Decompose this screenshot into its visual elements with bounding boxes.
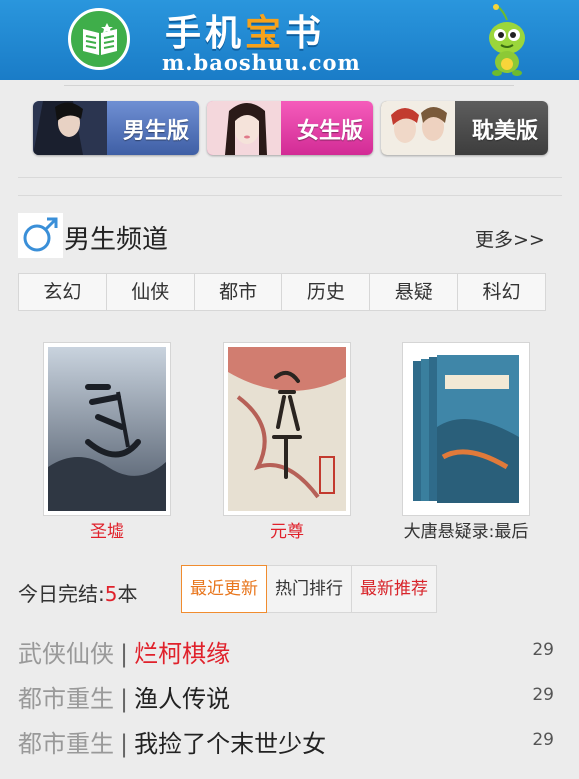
- book-card[interactable]: 元尊: [223, 342, 351, 542]
- male-version-button[interactable]: 男生版: [33, 101, 199, 155]
- list-tabs: 最近更新 热门排行 最新推荐: [181, 565, 437, 613]
- genre-xianxia[interactable]: 仙侠: [107, 274, 195, 310]
- divider-line: [18, 195, 562, 196]
- tab-latest-update[interactable]: 最近更新: [181, 565, 267, 613]
- frog-mascot-icon: [477, 4, 537, 76]
- list-item-category[interactable]: 都市重生: [18, 730, 114, 758]
- male-version-thumbnail: [33, 101, 107, 155]
- list-item[interactable]: 都市重生 | 渔人传说 29: [18, 679, 556, 719]
- genre-kehuan[interactable]: 科幻: [458, 274, 545, 310]
- list-item-count: 29: [532, 730, 554, 750]
- list-item-count: 29: [532, 640, 554, 660]
- genre-xuanyi[interactable]: 悬疑: [370, 274, 459, 310]
- today-completed: 今日完结:5本: [18, 582, 138, 606]
- list-item-count: 29: [532, 685, 554, 705]
- list-item[interactable]: 都市重生 | 我捡了个末世少女 29: [18, 724, 556, 764]
- list-item-category[interactable]: 都市重生: [18, 685, 114, 713]
- genre-dushi[interactable]: 都市: [195, 274, 283, 310]
- divider-line: [18, 177, 562, 178]
- more-link[interactable]: 更多>>: [475, 225, 545, 252]
- book-title[interactable]: 大唐悬疑录:最后: [402, 517, 530, 542]
- list-item-title[interactable]: 渔人传说: [134, 685, 230, 713]
- genre-lishi[interactable]: 历史: [282, 274, 371, 310]
- book-logo-icon[interactable]: [68, 8, 130, 70]
- list-item-category[interactable]: 武侠仙侠: [18, 640, 114, 668]
- book-cover[interactable]: [223, 342, 351, 516]
- book-cover[interactable]: [43, 342, 171, 516]
- list-item-title[interactable]: 我捡了个末世少女: [134, 730, 326, 758]
- genre-bar: 玄幻 仙侠 都市 历史 悬疑 科幻: [18, 273, 546, 311]
- female-version-button[interactable]: 女生版: [207, 101, 373, 155]
- tab-new-recommend[interactable]: 最新推荐: [351, 565, 437, 613]
- site-logo-title[interactable]: 手机宝书: [165, 4, 325, 56]
- bl-version-button[interactable]: 耽美版: [381, 101, 548, 155]
- female-version-thumbnail: [207, 101, 281, 155]
- list-item-title[interactable]: 烂柯棋缘: [134, 640, 230, 668]
- separator: |: [120, 685, 129, 713]
- book-card[interactable]: 大唐悬疑录:最后: [402, 342, 530, 542]
- male-channel-title: 男生频道: [64, 225, 169, 255]
- book-card[interactable]: 圣墟: [43, 342, 171, 542]
- bl-version-thumbnail: [381, 101, 455, 155]
- header-divider: [64, 85, 514, 86]
- male-symbol-icon: [18, 213, 63, 258]
- separator: |: [120, 640, 129, 668]
- genre-xuanhuan[interactable]: 玄幻: [19, 274, 107, 310]
- list-item[interactable]: 武侠仙侠 | 烂柯棋缘 29: [18, 634, 556, 674]
- book-title[interactable]: 圣墟: [43, 517, 171, 542]
- site-header: 手机宝书 m.baoshuu.com: [0, 0, 579, 80]
- site-domain: m.baoshuu.com: [162, 50, 361, 75]
- book-cover[interactable]: [402, 342, 530, 516]
- separator: |: [120, 730, 129, 758]
- tab-hot-ranking[interactable]: 热门排行: [266, 565, 352, 613]
- book-title[interactable]: 元尊: [223, 517, 351, 542]
